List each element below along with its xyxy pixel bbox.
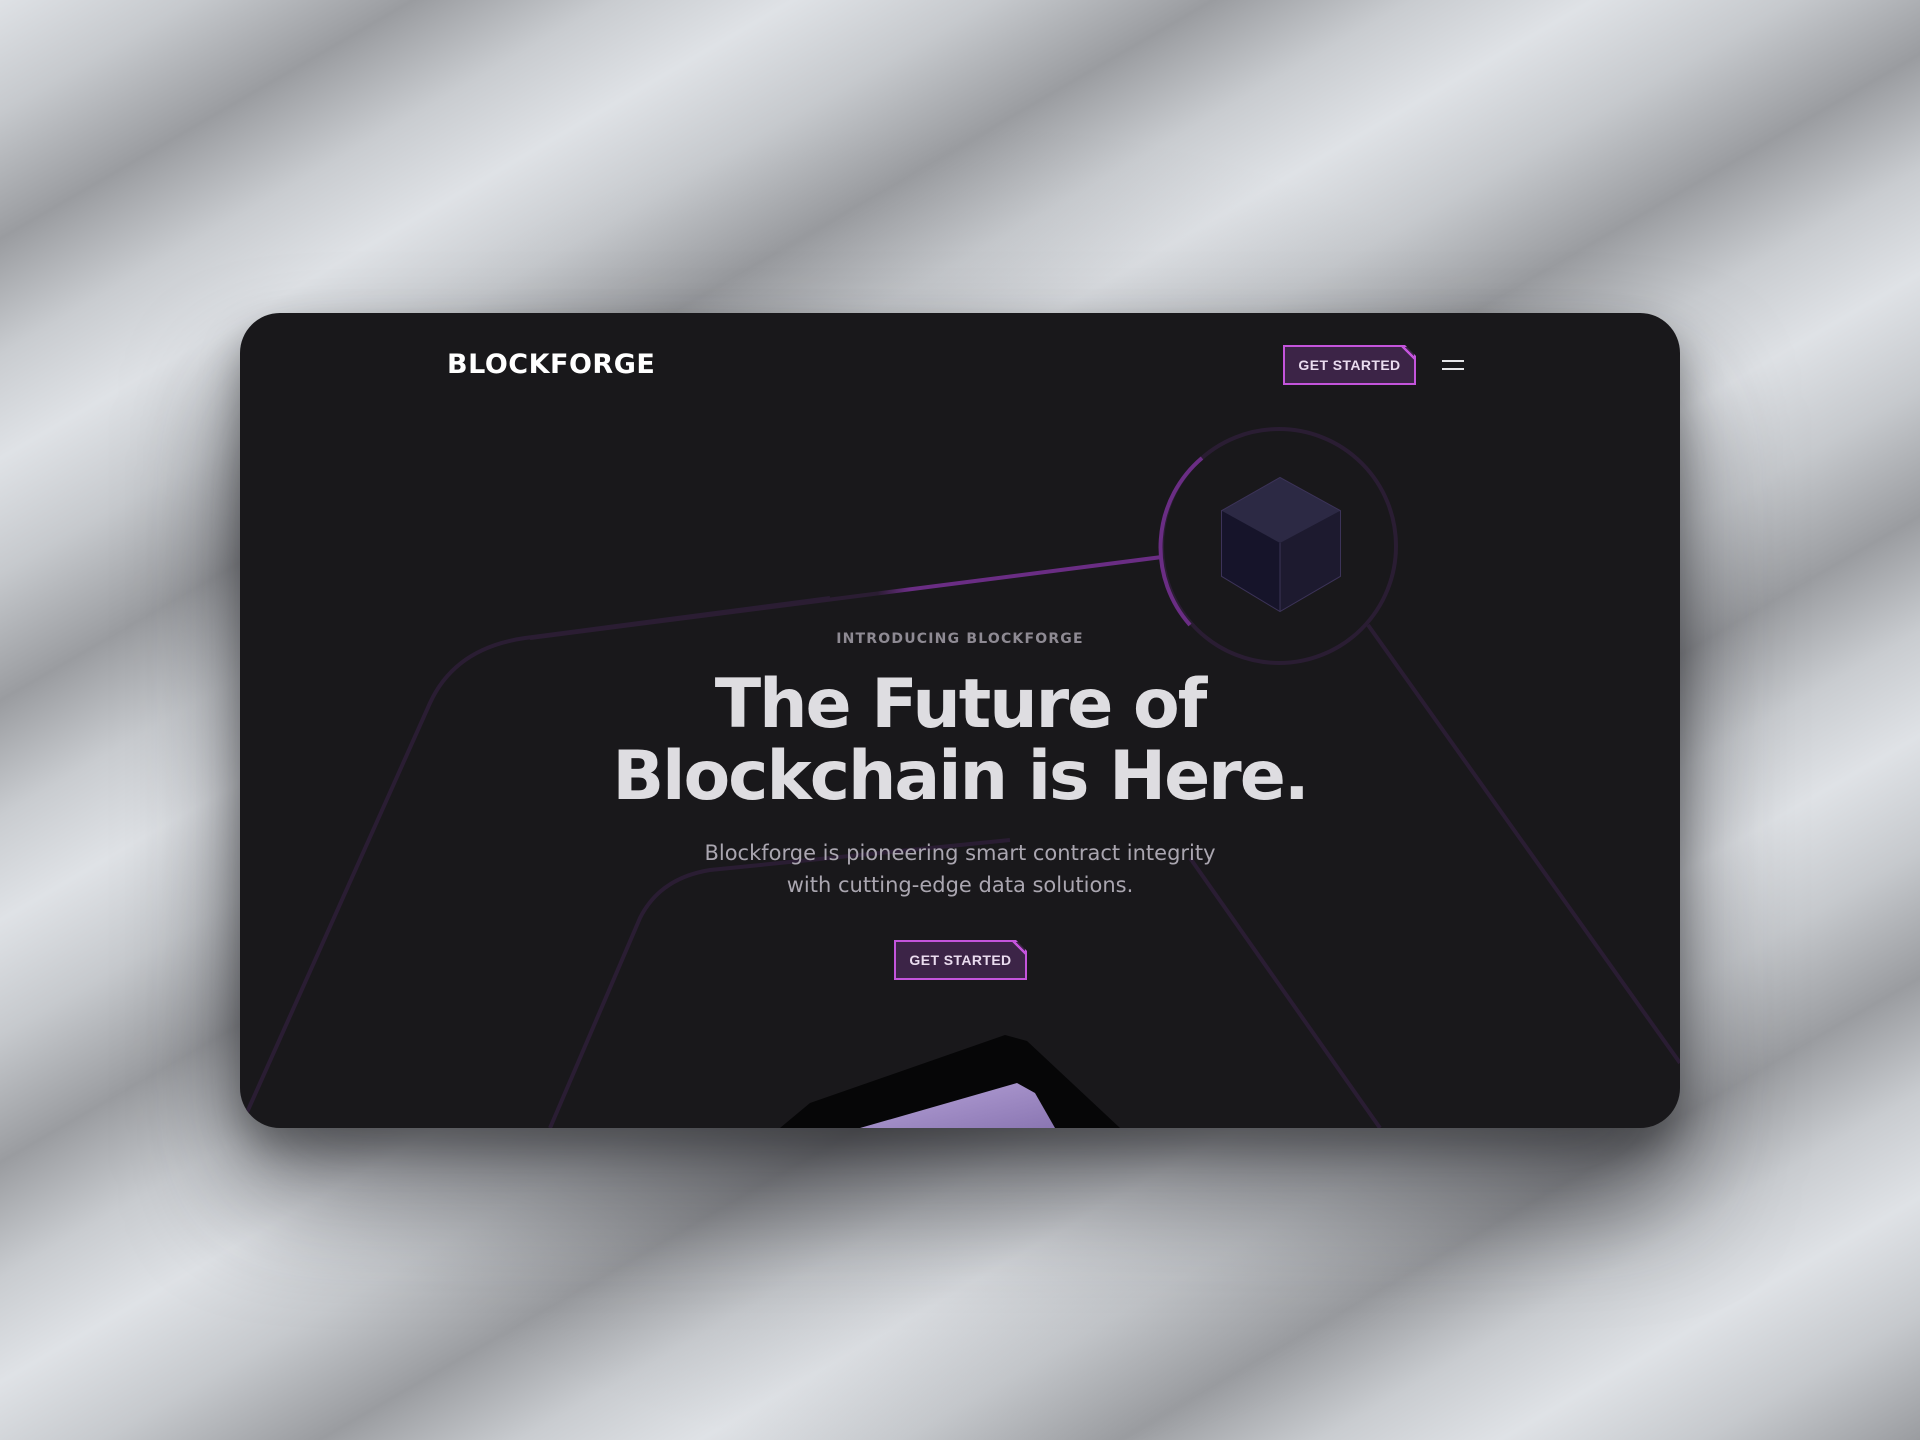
hero-get-started-button[interactable]: GET STARTED	[894, 940, 1027, 980]
hero-subtitle-line-1: Blockforge is pioneering smart contract …	[704, 841, 1216, 865]
hero-get-started-label: GET STARTED	[909, 952, 1012, 968]
landing-page-window: BLOCKFORGE GET STARTED INTRODUCING BLOCK…	[240, 313, 1680, 1128]
menu-line-top	[1442, 360, 1464, 362]
block-icon	[780, 1035, 1120, 1128]
cube-ring-highlight	[1158, 456, 1204, 627]
nav-get-started-button[interactable]: GET STARTED	[1283, 345, 1416, 385]
hero-subtitle-line-2: with cutting-edge data solutions.	[786, 873, 1134, 897]
hero-subtitle: Blockforge is pioneering smart contract …	[240, 837, 1680, 901]
hero-title: The Future of Blockchain is Here.	[240, 669, 1680, 813]
menu-line-bottom	[1442, 368, 1464, 370]
hero-eyebrow: INTRODUCING BLOCKFORGE	[836, 631, 1084, 647]
nav-get-started-label: GET STARTED	[1298, 357, 1401, 373]
cube-icon	[1221, 476, 1341, 613]
hero-title-line-2: Blockchain is Here.	[612, 737, 1309, 816]
hamburger-menu-icon[interactable]	[1442, 358, 1464, 372]
circuit-line-top-glow	[529, 555, 1163, 640]
hero-title-line-1: The Future of	[714, 665, 1208, 744]
brand-logo[interactable]: BLOCKFORGE	[447, 349, 655, 380]
